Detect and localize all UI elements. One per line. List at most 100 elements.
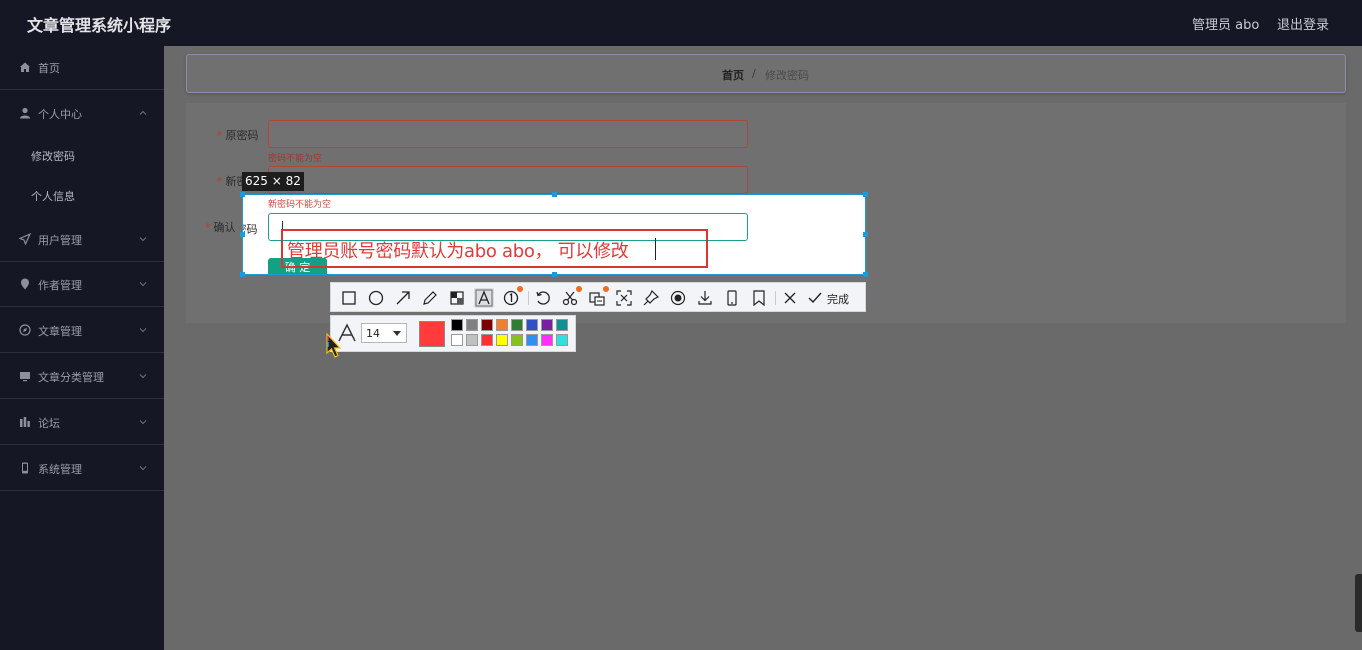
sidebar-item-label: 文章管理 [38, 325, 82, 338]
download-icon [698, 291, 712, 305]
resize-handle[interactable] [240, 232, 245, 237]
font-size-value: 14 [366, 327, 380, 340]
send-icon [19, 233, 31, 245]
serial-number-tool[interactable] [501, 286, 523, 308]
old-password-label: * 原密码 [217, 129, 259, 142]
admin-user-label: 管理员 abo [1192, 18, 1260, 33]
user-icon [20, 107, 30, 119]
old-password-error: 密码不能为空 [268, 154, 323, 164]
sidebar-item-author-management[interactable]: 作者管理 [0, 263, 164, 307]
bookmark-tool[interactable] [749, 288, 769, 308]
mosaic-tool[interactable] [447, 288, 467, 308]
rectangle-tool[interactable] [339, 288, 359, 308]
sidebar-item-home[interactable]: 首页 [0, 46, 164, 90]
sidebar-item-article-category-management[interactable]: 文章分类管理 [0, 355, 164, 399]
mosaic-icon [450, 291, 464, 305]
download-tool[interactable] [695, 288, 715, 308]
full-screen-icon [616, 290, 632, 306]
done-label: 完成 [827, 293, 849, 306]
ellipse-icon [368, 290, 384, 306]
text-icon [475, 289, 493, 307]
resize-handle[interactable] [863, 232, 868, 237]
color-swatch[interactable] [496, 334, 508, 346]
sidebar-subitem-label: 修改密码 [31, 150, 75, 163]
resize-handle[interactable] [863, 192, 868, 197]
undo-tool[interactable] [533, 288, 553, 308]
app-title: 文章管理系统小程序 [27, 16, 172, 35]
sidebar-item-forum[interactable]: 论坛 [0, 401, 164, 445]
breadcrumb-separator: / [752, 67, 756, 80]
arrow-tool[interactable] [393, 288, 413, 308]
notification-dot [517, 286, 523, 292]
ocr-tool[interactable] [587, 286, 609, 308]
monitor-icon [20, 372, 30, 382]
color-swatch[interactable] [526, 334, 538, 346]
notification-dot [603, 286, 609, 292]
color-swatch[interactable] [481, 334, 493, 346]
sidebar-item-personal-center[interactable]: 个人中心 [0, 92, 164, 136]
text-tool[interactable] [474, 288, 494, 308]
sidebar-item-label: 作者管理 [38, 279, 82, 292]
close-tool[interactable] [780, 288, 800, 308]
color-swatch[interactable] [481, 319, 493, 331]
rectangle-icon [342, 291, 356, 305]
pin-tool[interactable] [641, 288, 661, 308]
ellipse-tool[interactable] [366, 288, 386, 308]
compass-icon [19, 324, 31, 336]
sidebar-subitem-label: 个人信息 [31, 190, 75, 203]
color-swatch[interactable] [466, 319, 478, 331]
breadcrumb-home-link[interactable]: 首页 [722, 67, 744, 83]
current-color-swatch[interactable] [419, 321, 445, 347]
resize-handle[interactable] [240, 192, 245, 197]
annotation-text[interactable]: 管理员账号密码默认为abo abo， 可以修改 [287, 237, 629, 263]
home-icon [20, 62, 30, 72]
color-swatch[interactable] [526, 319, 538, 331]
sidebar-item-label: 文章分类管理 [38, 371, 104, 384]
resize-handle[interactable] [552, 272, 557, 277]
color-swatch[interactable] [541, 319, 553, 331]
check-icon [808, 292, 822, 304]
cut-tool[interactable] [560, 286, 582, 308]
notification-dot [576, 286, 582, 292]
new-password-error: 新密码不能为空 [268, 200, 332, 210]
chevron-down-icon [139, 374, 147, 379]
resize-handle[interactable] [552, 192, 557, 197]
sidebar-item-change-password[interactable]: 修改密码 [0, 136, 164, 176]
sidebar-item-system-management[interactable]: 系统管理 [0, 447, 164, 491]
logout-link[interactable]: 退出登录 [1277, 14, 1329, 33]
sidebar-item-article-management[interactable]: 文章管理 [0, 309, 164, 353]
chart-icon [20, 417, 30, 427]
color-swatch[interactable] [451, 319, 463, 331]
close-icon [784, 292, 796, 304]
color-swatch[interactable] [496, 319, 508, 331]
color-swatch[interactable] [511, 319, 523, 331]
chevron-down-icon [139, 237, 147, 242]
color-swatch[interactable] [556, 334, 568, 346]
screenshot-toolbar: 完成 [330, 282, 866, 312]
pin-icon [643, 289, 660, 306]
color-swatch[interactable] [466, 334, 478, 346]
sidebar-item-user-management[interactable]: 用户管理 [0, 218, 164, 262]
color-swatch[interactable] [541, 334, 553, 346]
mobile-icon [22, 462, 28, 474]
font-size-select[interactable]: 14 [361, 323, 407, 343]
old-password-input[interactable] [268, 120, 748, 148]
color-swatch[interactable] [451, 334, 463, 346]
sidebar: 首页 个人中心 修改密码 个人信息 用户管理 作者管理 文章管理 文章分类管理 … [0, 46, 164, 650]
phone-tool[interactable] [722, 288, 742, 308]
undo-icon [536, 291, 550, 305]
record-icon [670, 290, 686, 306]
chevron-down-icon [139, 328, 147, 333]
resize-handle[interactable] [863, 272, 868, 277]
chevron-down-icon [139, 282, 147, 287]
sidebar-item-personal-info[interactable]: 个人信息 [0, 176, 164, 216]
resize-handle[interactable] [240, 272, 245, 277]
record-tool[interactable] [668, 288, 688, 308]
pencil-tool[interactable] [420, 288, 440, 308]
full-screen-tool[interactable] [614, 288, 634, 308]
new-password-input[interactable] [268, 166, 748, 194]
color-swatch[interactable] [556, 319, 568, 331]
location-icon [21, 278, 29, 290]
color-swatch[interactable] [511, 334, 523, 346]
side-panel-handle[interactable] [1355, 574, 1362, 632]
